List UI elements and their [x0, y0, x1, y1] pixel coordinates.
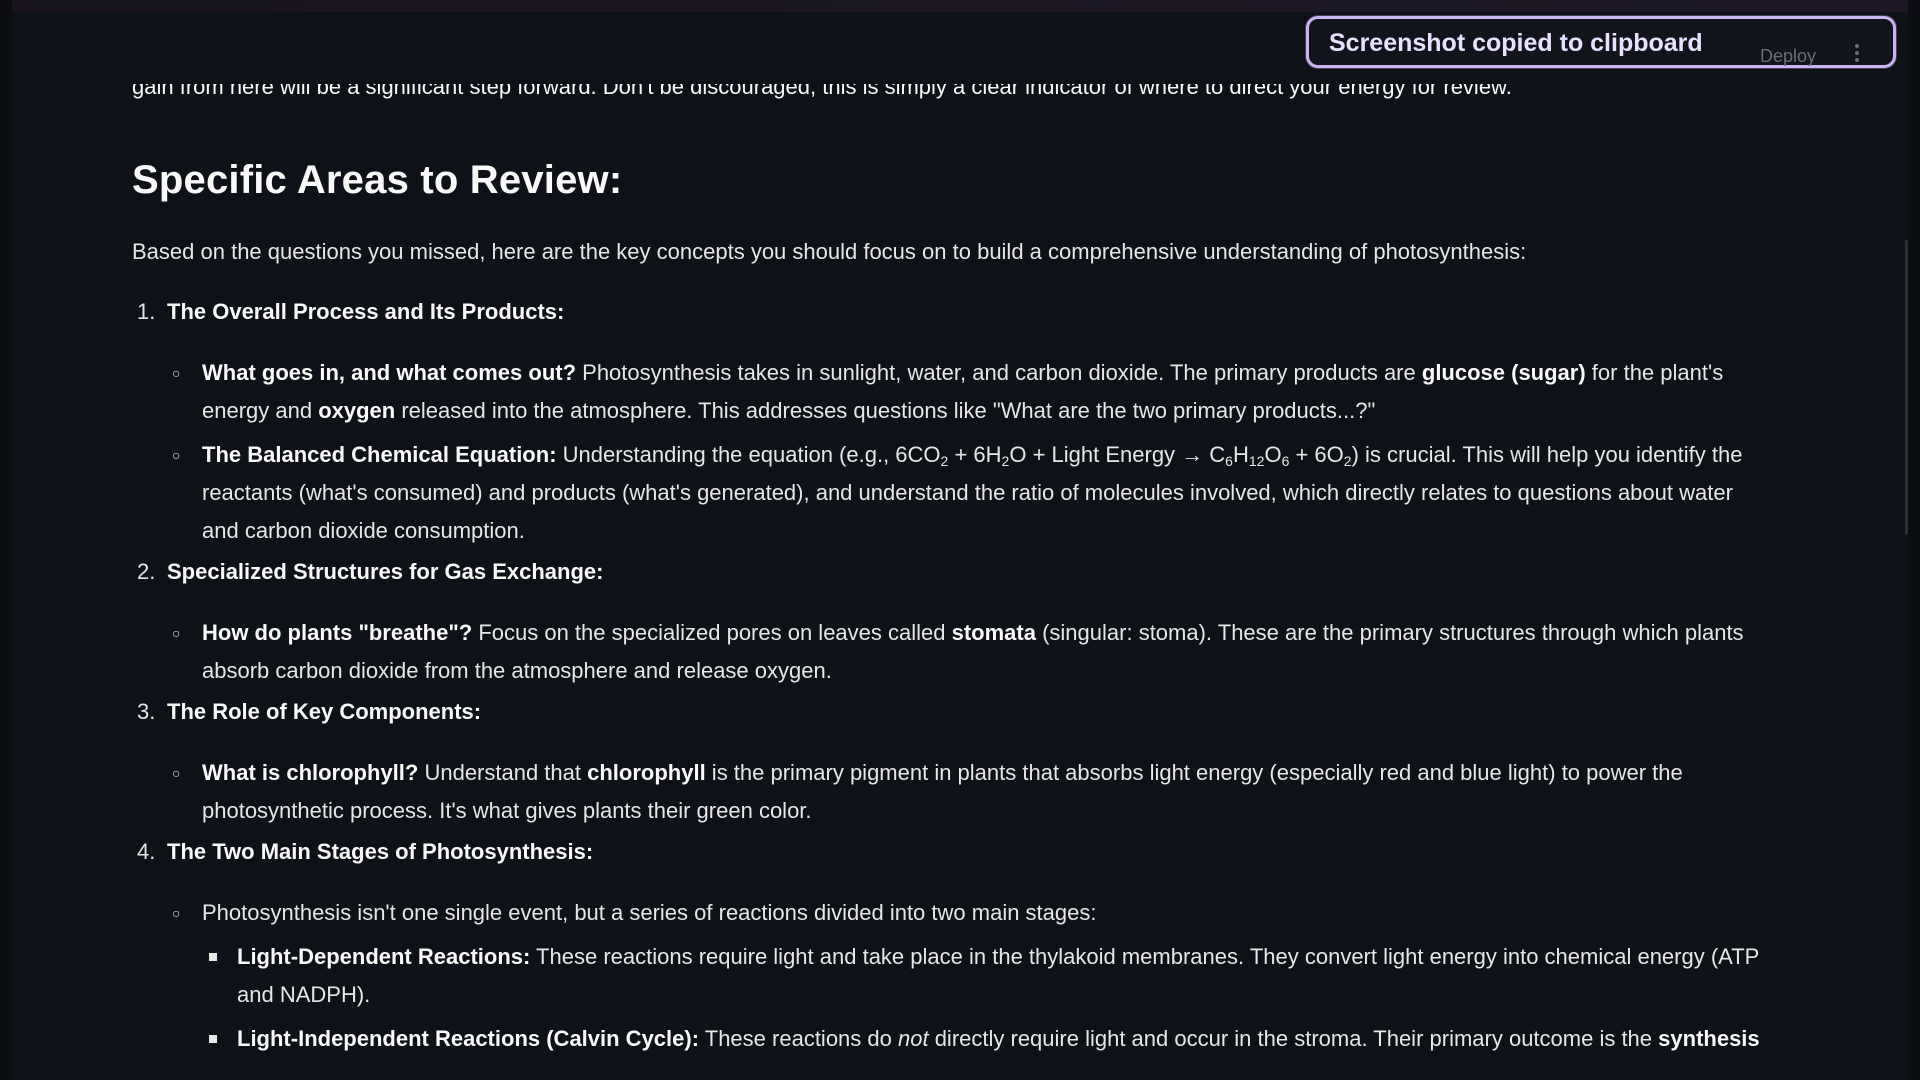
circle-bullet-icon: ○ [172, 905, 181, 921]
scrollbar-thumb[interactable] [1905, 240, 1908, 535]
subscript: 6 [1225, 453, 1233, 469]
circle-bullet-icon: ○ [172, 625, 181, 641]
nested-item-bold: Light-Dependent Reactions: [237, 944, 531, 969]
toast-message: Screenshot copied to clipboard [1329, 29, 1703, 57]
list-number: 4. [137, 839, 156, 864]
list-heading: The Two Main Stages of Photosynthesis: [167, 839, 594, 864]
sub-item-bold: oxygen [318, 398, 396, 423]
deploy-button[interactable]: Deploy [1760, 46, 1816, 67]
sub-item-text: H [1232, 442, 1249, 467]
square-bullet-icon [209, 953, 217, 961]
sub-item-text: Focus on the specialized pores on leaves… [472, 620, 952, 645]
circle-bullet-icon: ○ [172, 447, 181, 463]
section-title: Specific Areas to Review: [132, 158, 623, 202]
nested-item-italic: not [897, 1026, 929, 1051]
nested-item-text: directly require light and occur in the … [928, 1026, 1659, 1051]
list-item: 3. The Role of Key Components: [132, 696, 1782, 728]
sub-item-text: Understanding the equation (e.g., 6CO [556, 442, 941, 467]
list-heading: Specialized Structures for Gas Exchange: [167, 559, 604, 584]
sub-item-text: Photosynthesis takes in sunlight, water,… [576, 360, 1422, 385]
nested-list-item: Light-Dependent Reactions: These reactio… [209, 938, 1782, 1014]
list-number: 2. [137, 559, 156, 584]
list-item: 2. Specialized Structures for Gas Exchan… [132, 556, 1782, 588]
right-edge [1908, 0, 1920, 1080]
circle-bullet-icon: ○ [172, 765, 181, 781]
sub-item-text: O + Light Energy → C [1009, 442, 1226, 467]
sub-item-bold: What is chlorophyll? [202, 760, 419, 785]
subscript: 12 [1248, 453, 1265, 469]
list-number: 3. [137, 699, 156, 724]
sub-list-item: ○ What is chlorophyll? Understand that c… [172, 754, 1782, 830]
intro-paragraph: Based on the questions you missed, here … [132, 239, 1527, 264]
list-item: 4. The Two Main Stages of Photosynthesis… [132, 836, 1782, 868]
sub-item-text: + 6O [1289, 442, 1344, 467]
sub-item-bold: stomata [951, 620, 1036, 645]
sub-item-text: Understand that [418, 760, 588, 785]
cut-off-line: gain from here will be a significant ste… [132, 84, 1512, 99]
app-window: gain from here will be a significant ste… [0, 0, 1920, 1080]
sub-item-text: released into the atmosphere. This addre… [395, 398, 1376, 423]
sub-list-item: ○ What goes in, and what comes out? Phot… [172, 354, 1782, 430]
list-number: 1. [137, 299, 156, 324]
nested-item-bold: Light-Independent Reactions (Calvin Cycl… [237, 1026, 700, 1051]
sub-item-bold: What goes in, and what comes out? [202, 360, 577, 385]
main-content: gain from here will be a significant ste… [132, 0, 1782, 1080]
list-heading: The Role of Key Components: [167, 699, 482, 724]
square-bullet-icon [209, 1035, 217, 1043]
vertical-ellipsis-icon[interactable] [1855, 44, 1861, 66]
list-item: 1. The Overall Process and Its Products: [132, 296, 1782, 328]
left-edge [0, 0, 12, 1080]
nested-item-bold: synthesis [1658, 1026, 1760, 1051]
sub-item-bold: chlorophyll [587, 760, 706, 785]
nested-list-item: Light-Independent Reactions (Calvin Cycl… [209, 1020, 1782, 1058]
sub-item-text: Photosynthesis isn't one single event, b… [202, 900, 1097, 925]
sub-list-item: ○ The Balanced Chemical Equation: Unders… [172, 436, 1782, 550]
sub-item-bold: How do plants "breathe"? [202, 620, 473, 645]
cut-off-line-wrapper: gain from here will be a significant ste… [132, 84, 1782, 114]
sub-item-text: O [1264, 442, 1282, 467]
sub-list-item: ○ How do plants "breathe"? Focus on the … [172, 614, 1782, 690]
sub-item-bold: glucose (sugar) [1421, 360, 1586, 385]
sub-list-item: ○ Photosynthesis isn't one single event,… [172, 894, 1782, 932]
list-heading: The Overall Process and Its Products: [167, 299, 565, 324]
review-list: 1. The Overall Process and Its Products:… [132, 296, 1782, 1058]
sub-item-text: + 6H [948, 442, 1002, 467]
sub-item-bold: The Balanced Chemical Equation: [202, 442, 557, 467]
nested-item-text: These reactions do [699, 1026, 898, 1051]
subscript: 2 [1343, 453, 1352, 469]
circle-bullet-icon: ○ [172, 365, 181, 381]
